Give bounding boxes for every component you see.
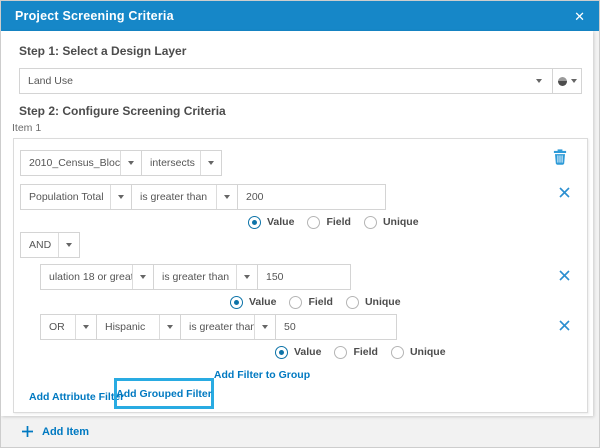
radio-field-label[interactable]: Field: [308, 296, 333, 308]
chevron-down-icon: [236, 265, 257, 289]
field-select[interactable]: ulation 18 or greater: [40, 264, 154, 290]
layer-options-button[interactable]: [552, 68, 582, 94]
operator-select-value: is greater than: [189, 321, 254, 333]
step2-label: Step 2: Configure Screening Criteria: [19, 104, 226, 118]
chevron-down-icon: [58, 233, 79, 257]
chevron-down-icon: [200, 151, 221, 175]
remove-filter-button[interactable]: [559, 187, 570, 198]
conjunction-select[interactable]: OR: [40, 314, 97, 340]
chevron-down-icon: [110, 185, 131, 209]
chevron-down-icon: [75, 315, 96, 339]
close-icon[interactable]: ✕: [574, 10, 585, 23]
design-layer-select[interactable]: Land Use: [19, 68, 553, 94]
chevron-down-icon: [132, 265, 153, 289]
close-icon: [559, 320, 570, 331]
radio-field[interactable]: [307, 215, 321, 229]
radio-value-label[interactable]: Value: [249, 296, 276, 308]
criteria-layer-value: 2010_Census_Blocks: [29, 157, 120, 169]
add-grouped-filter-callout: Add Grouped Filter: [114, 378, 214, 409]
chevron-down-icon: [570, 79, 577, 83]
radio-value-label[interactable]: Value: [294, 346, 321, 358]
step1-label: Step 1: Select a Design Layer: [19, 44, 187, 58]
chevron-down-icon: [216, 185, 237, 209]
criteria-layer-select[interactable]: 2010_Census_Blocks: [20, 150, 142, 176]
value-input[interactable]: [237, 184, 386, 210]
radio-field[interactable]: [289, 295, 303, 309]
trash-icon: [553, 149, 567, 165]
operator-select[interactable]: is greater than: [180, 314, 276, 340]
group-conjunction-select[interactable]: AND: [20, 232, 80, 258]
spatial-operator-select[interactable]: intersects: [141, 150, 222, 176]
radio-field-label[interactable]: Field: [326, 216, 351, 228]
radio-value[interactable]: [230, 295, 243, 309]
add-item-button[interactable]: Add Item: [21, 425, 89, 438]
design-layer-row: Land Use: [19, 68, 582, 94]
radio-value[interactable]: [275, 345, 288, 359]
value-input[interactable]: [257, 264, 351, 290]
close-icon: [559, 187, 570, 198]
operator-select[interactable]: is greater than: [131, 184, 238, 210]
delete-item-button[interactable]: [553, 149, 567, 165]
operator-select-value: is greater than: [162, 271, 230, 283]
conjunction-value: OR: [49, 321, 65, 333]
dialog-title: Project Screening Criteria: [15, 9, 174, 23]
value-input[interactable]: [275, 314, 397, 340]
radio-unique[interactable]: [363, 215, 377, 229]
value-type-radio-group: Value Field Unique: [248, 215, 432, 229]
radio-unique[interactable]: [390, 345, 404, 359]
value-type-radio-group: Value Field Unique: [275, 345, 459, 359]
field-select[interactable]: Hispanic: [96, 314, 181, 340]
filter-row-3: OR Hispanic is greater than: [40, 314, 397, 340]
field-select-value: Population Total: [29, 191, 104, 203]
item-label: Item 1: [12, 122, 42, 134]
chevron-down-icon: [254, 315, 275, 339]
conjunction-row: AND: [20, 232, 80, 258]
project-screening-criteria-dialog: Project Screening Criteria ✕ Step 1: Sel…: [0, 0, 600, 448]
field-select-value: ulation 18 or greater: [49, 271, 132, 283]
value-type-radio-group: Value Field Unique: [230, 295, 414, 309]
close-icon: [559, 270, 570, 281]
spatial-operator-value: intersects: [150, 157, 195, 169]
add-attribute-filter-link[interactable]: Add Attribute Filter: [29, 391, 124, 403]
plus-icon: [22, 426, 33, 437]
layer-operator-row: 2010_Census_Blocks intersects: [20, 150, 222, 176]
field-select-value: Hispanic: [105, 321, 146, 333]
radio-unique-label[interactable]: Unique: [410, 346, 446, 358]
field-select[interactable]: Population Total: [20, 184, 132, 210]
radio-unique-label[interactable]: Unique: [365, 296, 401, 308]
remove-filter-button[interactable]: [559, 270, 570, 281]
radio-value[interactable]: [248, 215, 261, 229]
design-layer-value: Land Use: [28, 75, 73, 87]
radio-field-label[interactable]: Field: [353, 346, 378, 358]
filter-row-1: Population Total is greater than: [20, 184, 386, 210]
item-card: 2010_Census_Blocks intersects: [13, 138, 588, 413]
operator-select-value: is greater than: [140, 191, 208, 203]
radio-unique[interactable]: [345, 295, 359, 309]
add-item-label: Add Item: [42, 425, 90, 438]
chevron-down-icon: [526, 69, 552, 93]
radio-value-label[interactable]: Value: [267, 216, 294, 228]
radio-field[interactable]: [334, 345, 348, 359]
chevron-down-icon: [159, 315, 180, 339]
add-grouped-filter-link[interactable]: Add Grouped Filter: [116, 388, 212, 400]
filter-row-2: ulation 18 or greater is greater than: [40, 264, 351, 290]
dialog-header: Project Screening Criteria ✕: [1, 1, 599, 31]
operator-select[interactable]: is greater than: [153, 264, 258, 290]
remove-filter-button[interactable]: [559, 320, 570, 331]
layer-icon: [557, 76, 567, 86]
group-conjunction-value: AND: [29, 239, 52, 251]
radio-unique-label[interactable]: Unique: [383, 216, 419, 228]
chevron-down-icon: [120, 151, 141, 175]
